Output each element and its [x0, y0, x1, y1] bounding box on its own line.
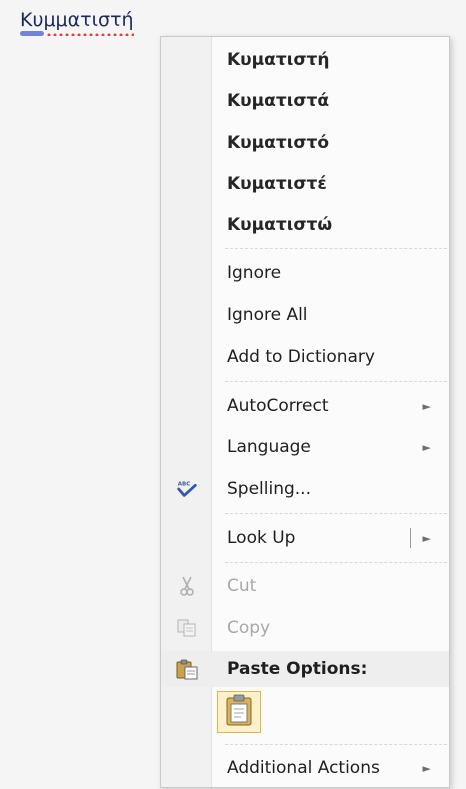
misspelled-word[interactable]: Κυμματιστή: [20, 8, 134, 36]
menu-separator: [225, 744, 447, 745]
svg-text:ABC: ABC: [178, 481, 191, 487]
menu-separator: [225, 513, 447, 514]
copy-label: Copy: [227, 618, 271, 638]
clipboard-icon: [175, 657, 199, 681]
suggestion-label: Κυματιστή: [227, 50, 330, 70]
document-area[interactable]: Κυμματιστή Κυματιστή Κυματιστά Κυματιστό…: [0, 0, 466, 789]
submenu-arrow-icon[interactable]: ►: [423, 532, 431, 545]
suggestion-label: Κυματιστέ: [227, 174, 327, 194]
language-label: Language: [227, 437, 311, 457]
suggestion-item[interactable]: Κυματιστέ: [161, 166, 449, 202]
suggestion-item[interactable]: Κυματιστή: [161, 42, 449, 78]
suggestion-label: Κυματιστό: [227, 133, 330, 153]
add-to-dictionary-menu-item[interactable]: Add to Dictionary: [161, 339, 449, 375]
misspelled-word-text: Κυμματιστή: [20, 9, 134, 31]
selection-marker: [20, 31, 44, 36]
suggestion-item[interactable]: Κυματιστώ: [161, 207, 449, 243]
paste-options-label: Paste Options:: [227, 659, 368, 679]
menu-separator: [225, 381, 447, 382]
scissors-icon: [175, 574, 199, 598]
suggestion-item[interactable]: Κυματιστό: [161, 125, 449, 161]
spelling-error-underline: [46, 31, 134, 36]
ignore-menu-item[interactable]: Ignore: [161, 255, 449, 291]
copy-menu-item[interactable]: Copy: [161, 610, 449, 646]
suggestion-label: Κυματιστώ: [227, 215, 333, 235]
cut-label: Cut: [227, 576, 257, 596]
paste-keep-text-button[interactable]: [217, 691, 261, 733]
add-to-dictionary-label: Add to Dictionary: [227, 347, 375, 367]
look-up-label: Look Up: [227, 528, 296, 548]
menu-separator: [225, 248, 447, 249]
additional-actions-label: Additional Actions: [227, 758, 380, 778]
submenu-arrow-icon: ►: [422, 399, 431, 413]
paste-options-menu-item[interactable]: Paste Options:: [161, 651, 449, 687]
suggestion-item[interactable]: Κυματιστά: [161, 83, 449, 119]
split-divider: [410, 528, 411, 548]
additional-actions-menu-item[interactable]: Additional Actions ►: [161, 750, 449, 786]
submenu-arrow-icon: ►: [422, 440, 431, 454]
submenu-arrow-icon: ►: [422, 761, 431, 775]
look-up-menu-item[interactable]: Look Up ►: [161, 520, 449, 556]
spelling-check-icon: ABC: [175, 477, 199, 501]
ignore-all-label: Ignore All: [227, 305, 308, 325]
cut-menu-item[interactable]: Cut: [161, 568, 449, 604]
spelling-menu-item[interactable]: ABC Spelling...: [161, 471, 449, 507]
ignore-label: Ignore: [227, 263, 282, 283]
ignore-all-menu-item[interactable]: Ignore All: [161, 297, 449, 333]
copy-icon: [175, 616, 199, 640]
autocorrect-menu-item[interactable]: AutoCorrect ►: [161, 388, 449, 424]
autocorrect-label: AutoCorrect: [227, 396, 329, 416]
spelling-label: Spelling...: [227, 479, 311, 499]
suggestion-label: Κυματιστά: [227, 91, 330, 111]
context-menu: Κυματιστή Κυματιστά Κυματιστό Κυματιστέ …: [160, 36, 450, 788]
paste-keep-text-icon: [224, 693, 254, 731]
language-menu-item[interactable]: Language ►: [161, 429, 449, 465]
menu-separator: [225, 562, 447, 563]
